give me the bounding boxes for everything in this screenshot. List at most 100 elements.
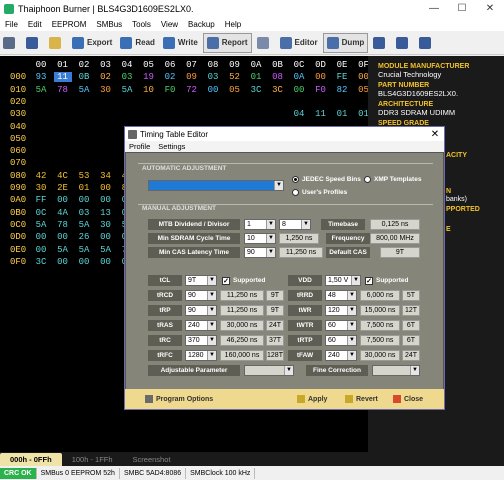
hex-byte[interactable]: 3C xyxy=(32,257,50,267)
info-tool-button[interactable] xyxy=(416,33,437,53)
dialog-close-icon[interactable]: ✕ xyxy=(426,129,444,140)
close-dialog-button[interactable]: Close xyxy=(393,395,423,403)
menu-backup[interactable]: Backup xyxy=(183,20,220,29)
tab-screenshot[interactable]: Screenshot xyxy=(123,453,181,466)
hex-byte[interactable]: 09 xyxy=(183,72,201,82)
editor-button[interactable]: Editor xyxy=(277,33,321,53)
hex-byte[interactable]: 30 xyxy=(32,183,50,193)
hex-byte[interactable]: 93 xyxy=(32,72,50,82)
hex-byte[interactable]: F0 xyxy=(161,85,179,95)
timing-select[interactable]: 1280 ▼ xyxy=(185,350,217,361)
hex-byte[interactable]: 04 xyxy=(290,109,308,119)
hex-byte[interactable]: 01 xyxy=(75,183,93,193)
hex-byte[interactable]: 00 xyxy=(97,195,115,205)
jedec-radio[interactable]: JEDEC Speed Bins xyxy=(292,176,361,183)
open-tool-button[interactable] xyxy=(46,33,67,53)
hex-byte[interactable]: 00 xyxy=(97,183,115,193)
hex-byte[interactable]: 72 xyxy=(183,85,201,95)
user-profiles-radio[interactable]: User's Profiles xyxy=(292,189,347,196)
hex-byte[interactable]: 00 xyxy=(54,195,72,205)
hex-byte[interactable]: 5A xyxy=(97,245,115,255)
hex-byte[interactable]: 11 xyxy=(312,109,330,119)
dump-button[interactable]: Dump xyxy=(322,32,369,53)
timing-select[interactable]: 120 ▼ xyxy=(325,305,357,316)
menu-help[interactable]: Help xyxy=(220,20,246,29)
hex-byte[interactable]: 26 xyxy=(75,232,93,242)
close-button[interactable]: ✕ xyxy=(476,3,504,14)
hex-byte[interactable]: 5A xyxy=(32,85,50,95)
hex-byte[interactable]: 03 xyxy=(75,208,93,218)
hex-byte[interactable]: 42 xyxy=(32,171,50,181)
hex-byte[interactable]: 13 xyxy=(97,208,115,218)
hex-byte[interactable]: 34 xyxy=(97,171,115,181)
hex-byte[interactable]: 5A xyxy=(75,85,93,95)
timing-select[interactable]: 370 ▼ xyxy=(185,335,217,346)
hex-byte[interactable]: F0 xyxy=(312,85,330,95)
hex-byte[interactable]: FE xyxy=(333,72,351,82)
hex-byte[interactable]: 4A xyxy=(54,208,72,218)
hex-byte[interactable]: 4C xyxy=(54,171,72,181)
hex-byte[interactable]: 02 xyxy=(97,72,115,82)
hex-byte[interactable]: 02 xyxy=(161,72,179,82)
menu-profile[interactable]: Profile xyxy=(125,142,154,151)
hex-byte[interactable]: 78 xyxy=(54,220,72,230)
hex-byte[interactable]: 53 xyxy=(75,171,93,181)
hex-byte[interactable]: 01 xyxy=(333,109,351,119)
hex-byte[interactable]: 00 xyxy=(204,85,222,95)
xmp-radio[interactable]: XMP Templates xyxy=(364,176,421,183)
menu-file[interactable]: File xyxy=(0,20,23,29)
minimize-button[interactable]: — xyxy=(420,3,448,14)
tab-000h[interactable]: 000h - 0FFh xyxy=(0,452,62,466)
hex-byte[interactable]: 10 xyxy=(140,85,158,95)
menu-view[interactable]: View xyxy=(156,20,183,29)
hex-byte[interactable]: 03 xyxy=(204,72,222,82)
menu-eeprom[interactable]: EEPROM xyxy=(47,20,92,29)
hex-byte[interactable]: 5A xyxy=(32,220,50,230)
vdd-select[interactable]: 1,50 V ▼ xyxy=(325,275,361,286)
write-button[interactable]: Write xyxy=(160,33,201,53)
hex-byte[interactable]: 00 xyxy=(54,257,72,267)
hex-byte[interactable]: 00 xyxy=(32,245,50,255)
timing-select[interactable]: 48 ▼ xyxy=(325,290,357,301)
speed-bin-dropdown[interactable]: ▼ xyxy=(148,180,284,191)
hex-byte[interactable]: 3C xyxy=(269,85,287,95)
tab-100h[interactable]: 100h - 1FFh xyxy=(62,453,123,466)
min-cas-select[interactable]: 90 ▼ xyxy=(244,247,276,258)
hex-byte[interactable]: 0B xyxy=(75,72,93,82)
hex-byte[interactable]: 19 xyxy=(140,72,158,82)
apply-button[interactable]: Apply xyxy=(297,395,327,403)
tools-button[interactable] xyxy=(254,33,275,53)
hex-byte[interactable]: 52 xyxy=(226,72,244,82)
hex-byte[interactable]: 3C xyxy=(247,85,265,95)
tcl-select[interactable]: 9T ▼ xyxy=(185,275,217,286)
refresh-tool-button[interactable] xyxy=(393,33,414,53)
timing-select[interactable]: 90 ▼ xyxy=(185,290,217,301)
menu-smbus[interactable]: SMBus xyxy=(91,20,127,29)
hex-byte[interactable]: 00 xyxy=(97,232,115,242)
hex-byte[interactable]: FF xyxy=(32,195,50,205)
export-button[interactable]: Export xyxy=(69,33,115,53)
hex-byte[interactable]: 5A xyxy=(54,245,72,255)
hex-byte[interactable]: 5A xyxy=(75,245,93,255)
timing-select[interactable]: 240 ▼ xyxy=(185,320,217,331)
hex-byte[interactable]: 00 xyxy=(97,257,115,267)
hex-byte[interactable]: 08 xyxy=(269,72,287,82)
hex-byte[interactable]: 00 xyxy=(54,232,72,242)
hex-byte[interactable]: 00 xyxy=(75,257,93,267)
screenshot-tool-button[interactable] xyxy=(370,33,391,53)
mtb-dividend-select[interactable]: 1 ▼ xyxy=(244,219,276,230)
timing-select[interactable]: 90 ▼ xyxy=(185,305,217,316)
tcl-supported-checkbox[interactable]: ✓ Supported xyxy=(222,275,266,286)
fine-correction-select[interactable]: ▼ xyxy=(372,365,420,376)
save-tool-button[interactable] xyxy=(23,33,44,53)
hex-byte[interactable]: 5A xyxy=(118,85,136,95)
menu-settings[interactable]: Settings xyxy=(154,142,189,151)
hex-byte[interactable]: 00 xyxy=(75,195,93,205)
menu-edit[interactable]: Edit xyxy=(23,20,47,29)
hex-byte[interactable]: 11 xyxy=(53,72,72,83)
program-options-button[interactable]: Program Options xyxy=(145,395,213,403)
hex-byte[interactable]: 00 xyxy=(32,232,50,242)
revert-button[interactable]: Revert xyxy=(345,395,378,403)
hex-byte[interactable]: 82 xyxy=(333,85,351,95)
adjustable-parameter-select[interactable]: ▼ xyxy=(244,365,294,376)
